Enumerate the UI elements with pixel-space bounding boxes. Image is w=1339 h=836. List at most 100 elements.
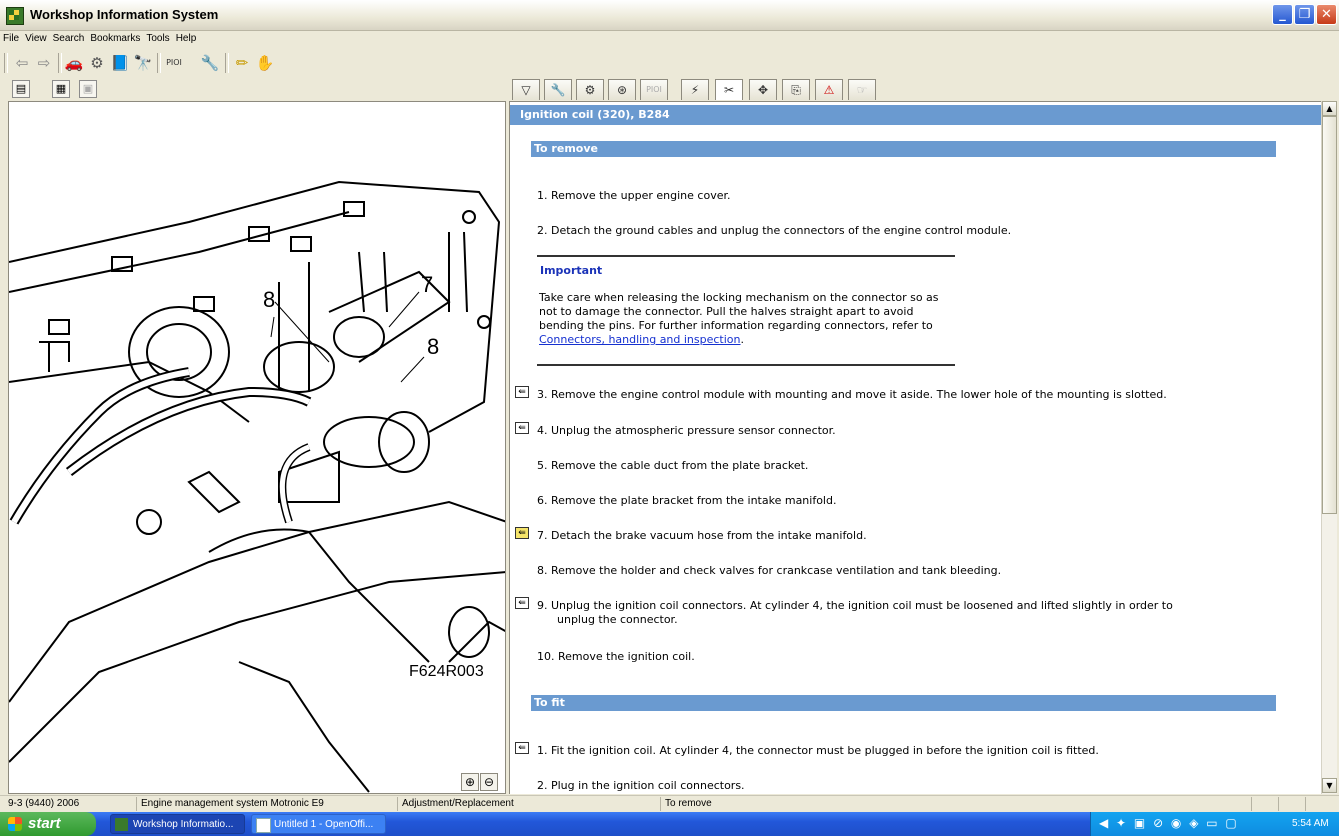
menu-search[interactable]: Search (50, 31, 88, 46)
reference-icon[interactable]: ⇚ (515, 597, 529, 609)
car-icon[interactable]: 🚗 (64, 53, 84, 73)
menu-view[interactable]: View (22, 31, 50, 46)
tab-triangle-icon[interactable]: ▽ (512, 79, 540, 100)
tree-view-icon[interactable]: ▤ (12, 80, 30, 98)
reference-icon[interactable]: ⇚ (515, 527, 529, 539)
document-title: Ignition coil (320), B284 (510, 105, 1321, 125)
remove-step-7: 7. Detach the brake vacuum hose from the… (537, 529, 867, 542)
tab-gear-icon[interactable]: ⊛ (608, 79, 636, 100)
menu-bar: File View Search Bookmarks Tools Help (0, 31, 1339, 49)
main-toolbar: ⇦ ⇨ 🚗 ⚙ 📘 🔭 PIOI 🔧 ✏ ✋ (0, 50, 1339, 76)
wrench-tool-icon[interactable]: 🔧 (200, 53, 220, 73)
document-scrollbar[interactable]: ▲ ▼ (1321, 101, 1337, 794)
connectors-link[interactable]: Connectors, handling and inspection (539, 333, 741, 346)
view-tab-row: ▤ ▦ ▣ ▽ 🔧 ⚙ ⊛ PIOI ⚡ ✂ ✥ ⎘ ⚠ ☞ (0, 77, 1339, 101)
remove-step-9-cont: unplug the connector. (557, 613, 678, 626)
toolbar-separator (4, 53, 8, 73)
app-logo-icon (6, 7, 24, 25)
start-button[interactable]: start (0, 812, 96, 836)
engine-illustration: 8 7 8 F624R003 (9, 180, 505, 793)
tab-warning-icon[interactable]: ⚠ (815, 79, 843, 100)
important-text: Take care when releasing the locking mec… (539, 291, 954, 347)
document-view-icon[interactable]: ▦ (52, 80, 70, 98)
minimize-button[interactable]: _ (1272, 4, 1293, 25)
toolbar-separator (157, 53, 161, 73)
menu-tools[interactable]: Tools (143, 31, 172, 46)
document-icon (256, 818, 271, 833)
pi-icon[interactable]: PIOI (162, 53, 186, 73)
remove-step-9: 9. Unplug the ignition coil connectors. … (537, 599, 1173, 612)
system-tray: ◀ ✦ ▣ ⊘ ◉ ◈ ▭ ▢ 5:54 AM (1090, 812, 1339, 836)
status-section: To remove (662, 797, 1252, 811)
remove-step-6: 6. Remove the plate bracket from the int… (537, 494, 837, 507)
status-cell-empty (1253, 797, 1279, 811)
title-bar: Workshop Information System _ ❐ ✕ (0, 0, 1339, 31)
start-label: start (28, 815, 61, 832)
callout-8-right: 8 (427, 334, 439, 359)
important-body: Take care when releasing the locking mec… (539, 291, 939, 332)
important-end: . (740, 333, 745, 346)
chassis-icon[interactable]: ⚙ (87, 53, 107, 73)
remove-step-8: 8. Remove the holder and check valves fo… (537, 564, 1002, 577)
tab-wrench-icon[interactable]: 🔧 (544, 79, 572, 100)
maximize-button[interactable]: ❐ (1294, 4, 1315, 25)
tab-tools-icon[interactable]: ✂ (715, 79, 743, 100)
status-cell-empty (1280, 797, 1306, 811)
scroll-down-icon[interactable]: ▼ (1322, 778, 1337, 793)
important-note: Important Take care when releasing the l… (537, 255, 955, 366)
tab-steps-icon[interactable]: ⎘ (782, 79, 810, 100)
menu-help[interactable]: Help (173, 31, 200, 46)
task-workshop-information[interactable]: Workshop Informatio... (110, 814, 245, 834)
binoculars-icon[interactable]: 🔭 (133, 53, 153, 73)
zoom-in-icon[interactable]: ⊕ (461, 773, 479, 791)
remove-step-1: 1. Remove the upper engine cover. (537, 189, 731, 202)
tab-move-icon[interactable]: ✥ (749, 79, 777, 100)
remove-step-5: 5. Remove the cable duct from the plate … (537, 459, 809, 472)
reference-icon[interactable]: ⇚ (515, 386, 529, 398)
document-pane: Ignition coil (320), B284 To remove 1. R… (509, 101, 1321, 794)
windows-logo-icon (8, 817, 22, 831)
image-view-icon[interactable]: ▣ (79, 80, 97, 98)
reference-icon[interactable]: ⇚ (515, 742, 529, 754)
important-title: Important (540, 264, 603, 277)
menu-bookmarks[interactable]: Bookmarks (87, 31, 143, 46)
toolbar-separator (58, 53, 62, 73)
remove-step-2: 2. Detach the ground cables and unplug t… (537, 224, 1012, 237)
clock: 5:54 AM (1292, 818, 1329, 829)
taskbar: start Workshop Informatio... Untitled 1 … (0, 812, 1339, 836)
scroll-up-icon[interactable]: ▲ (1322, 101, 1337, 116)
zoom-out-icon[interactable]: ⊖ (480, 773, 498, 791)
forward-arrow-icon[interactable]: ⇨ (34, 53, 54, 73)
task-label: Untitled 1 - OpenOffi... (274, 819, 374, 830)
remove-step-4: 4. Unplug the atmospheric pressure senso… (537, 424, 836, 437)
remove-step-10: 10. Remove the ignition coil. (537, 650, 695, 663)
close-button[interactable]: ✕ (1316, 4, 1337, 25)
status-system: Engine management system Motronic E9 (138, 797, 398, 811)
tab-spark-icon[interactable]: ⚡ (681, 79, 709, 100)
window-title: Workshop Information System (30, 7, 219, 22)
fit-step-2: 2. Plug in the ignition coil connectors. (537, 779, 745, 792)
app-logo-icon (115, 818, 128, 831)
book-icon[interactable]: 📘 (110, 53, 130, 73)
tray-icons[interactable]: ◀ ✦ ▣ ⊘ ◉ ◈ ▭ ▢ (1099, 816, 1239, 830)
menu-file[interactable]: File (0, 31, 22, 46)
task-label: Workshop Informatio... (133, 819, 234, 830)
bell-icon[interactable]: ✋ (255, 53, 275, 73)
fit-step-1: 1. Fit the ignition coil. At cylinder 4,… (537, 744, 1099, 757)
pencil-icon[interactable]: ✏ (232, 53, 252, 73)
tab-engine-icon[interactable]: ⚙ (576, 79, 604, 100)
status-model: 9-3 (9440) 2006 (5, 797, 137, 811)
toolbar-separator (225, 53, 229, 73)
tab-arrow-icon[interactable]: ☞ (848, 79, 876, 100)
scroll-thumb[interactable] (1322, 116, 1337, 514)
callout-7: 7 (421, 272, 433, 297)
illustration-code: F624R003 (409, 663, 484, 680)
status-bar: 9-3 (9440) 2006 Engine management system… (0, 795, 1339, 812)
reference-icon[interactable]: ⇚ (515, 422, 529, 434)
tab-pi-icon[interactable]: PIOI (640, 79, 668, 100)
callout-8-left: 8 (263, 287, 275, 312)
section-heading-remove: To remove (531, 141, 1276, 157)
remove-step-3: 3. Remove the engine control module with… (537, 388, 1167, 401)
back-arrow-icon[interactable]: ⇦ (12, 53, 32, 73)
task-openoffice[interactable]: Untitled 1 - OpenOffi... (251, 814, 386, 834)
